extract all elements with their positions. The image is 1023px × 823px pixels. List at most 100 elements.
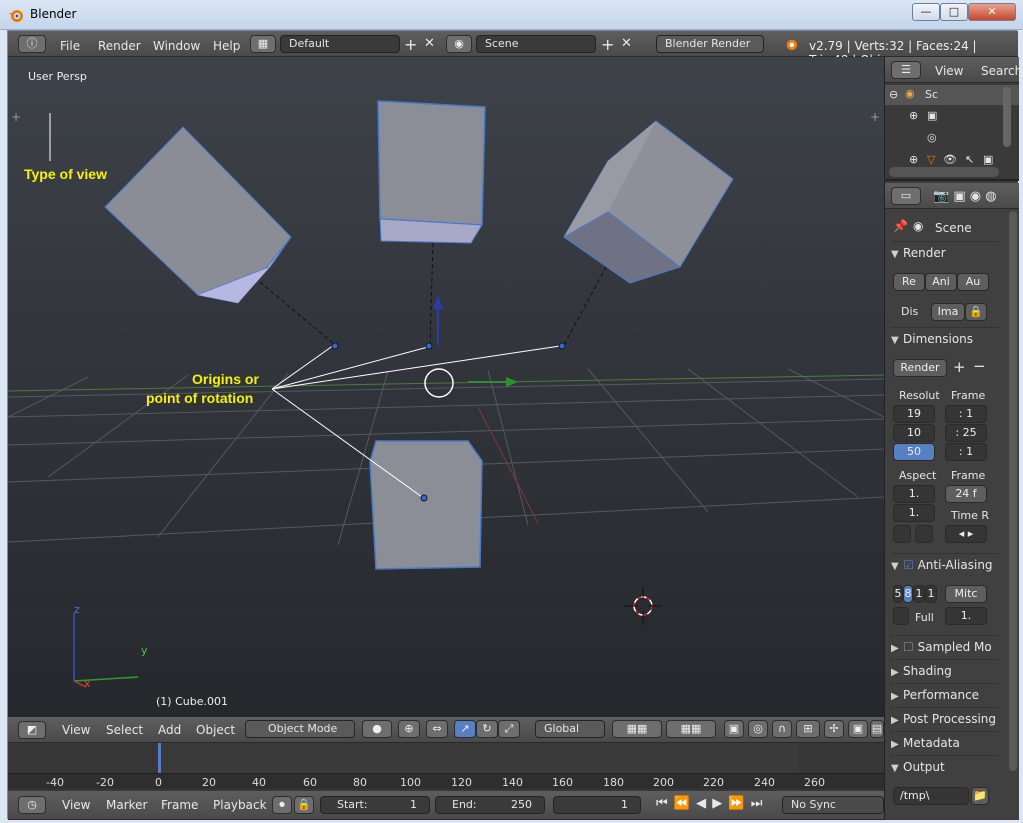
aa-samples-8[interactable]: 8 [903,585,913,603]
close-window-button[interactable]: ✕ [968,3,1016,21]
output-path-field[interactable]: /tmp\ [893,787,969,805]
cube-top-center[interactable] [377,100,486,244]
manipulator-z-arrow-head[interactable] [433,295,443,309]
translate-manipulator-icon[interactable]: ↗ [454,720,476,738]
remove-preset-icon[interactable]: − [973,357,986,375]
manipulator-y-arrow-head[interactable] [506,377,518,387]
pivot-point-icon[interactable]: ⊕ [398,720,420,738]
frame-end-field[interactable]: : 25 [945,424,987,442]
menu-help[interactable]: Help [213,39,240,53]
browse-folder-icon[interactable]: 📁 [971,787,989,805]
3d-viewport[interactable]: + + User Persp Type of view Origins or p… [8,57,884,717]
timeline-menu-frame[interactable]: Frame [161,798,198,812]
sync-mode-select[interactable]: No Sync [782,796,884,814]
resolution-x-field[interactable]: 19 [893,405,935,423]
timeline-menu-playback[interactable]: Playback [213,798,267,812]
menu-window[interactable]: Window [153,39,200,53]
section-dimensions[interactable]: ▼ Dimensions [891,327,999,349]
resolution-y-field[interactable]: 10 [893,424,935,442]
render-animation-button[interactable]: Ani [925,273,957,291]
timeline-menu-view[interactable]: View [62,798,90,812]
transform-orientation-select[interactable]: Global [535,720,605,738]
add-scene-icon[interactable]: + [601,35,614,54]
outliner-hscrollbar[interactable] [889,167,999,177]
maximize-button[interactable]: □ [940,3,968,21]
viewbar-menu-object[interactable]: Object [196,723,235,737]
outliner-scrollbar[interactable] [1003,87,1011,147]
lock-time-icon[interactable]: 🔒 [294,796,314,814]
outliner-expand-icon[interactable]: ⊕ [909,109,918,122]
manipulator-toggle-icon[interactable]: ⇔ [426,720,448,738]
outliner-menu-view[interactable]: View [935,64,963,78]
render-audio-button[interactable]: Au [957,273,989,291]
playback-controls-icon[interactable]: ⏮ ⏪ ◀ ▶ ⏩ ⏭ [656,796,763,811]
timeline-menu-marker[interactable]: Marker [106,798,147,812]
viewport-shading-icon[interactable]: ● [362,720,392,738]
opengl-render-icon[interactable]: ▣ [848,720,868,738]
section-anti-aliasing[interactable]: ▼ ☑ Anti-Aliasing [891,553,999,575]
screen-layout-field[interactable]: Default [280,35,400,53]
editor-type-3d-icon[interactable]: ◩ [18,721,46,739]
editor-type-properties-icon[interactable]: ▭ [891,187,921,205]
crop-checkbox[interactable] [915,525,933,543]
scene-3d-cursor-icon[interactable] [624,587,662,625]
cube-top-left[interactable] [104,126,292,304]
interaction-mode-select[interactable]: Object Mode [245,720,355,738]
properties-editor[interactable]: ▭ 📷 ▣ ◉ ◍ 📌 ◉ Scene ▼ Render Re Ani Au Di… [885,183,1019,820]
full-sample-checkbox[interactable] [893,607,909,625]
screen-layout-icon[interactable]: ▦ [250,35,276,53]
record-keying-icon[interactable]: ⏺ [272,796,292,814]
timeline-editor[interactable]: -40 -20 0 20 40 60 80 100 120 140 160 18… [8,743,884,791]
menu-file[interactable]: File [60,39,80,53]
layers-left-icon[interactable]: ▦▦ [612,720,662,738]
properties-scrollbar[interactable] [1009,211,1017,771]
aa-samples-16[interactable]: 1 [925,585,937,603]
viewbar-menu-add[interactable]: Add [158,723,181,737]
select-cursor-icon[interactable]: ↖ [965,153,974,166]
frame-rate-select[interactable]: 24 f [945,485,987,503]
timeline-ruler[interactable]: -40 -20 0 20 40 60 80 100 120 140 160 18… [8,773,884,789]
rotate-manipulator-icon[interactable]: ↻ [476,720,498,738]
context-tabs-icon[interactable]: 📷 ▣ ◉ ◍ [933,189,997,204]
menu-render[interactable]: Render [98,39,141,53]
visibility-eye-icon[interactable]: 👁 [943,153,957,166]
render-preset-select[interactable]: Render [893,359,947,377]
section-output[interactable]: ▼ Output [891,755,999,777]
snap-target-icon[interactable]: ✢ [824,720,844,738]
snap-toggle-icon[interactable]: ∩ [772,720,792,738]
lock-interface-icon[interactable]: 🔒 [965,303,987,321]
aa-samples-5[interactable]: 5 [893,585,903,603]
section-performance[interactable]: ▶ Performance [891,683,999,705]
outliner-expand-icon[interactable]: ⊕ [909,153,918,166]
render-still-button[interactable]: Re [893,273,925,291]
time-remap-field[interactable]: ◂ ▸ [945,525,987,543]
editor-type-timeline-icon[interactable]: ◷ [18,796,46,814]
section-render[interactable]: ▼ Render [891,241,999,263]
section-shading[interactable]: ▶ Shading [891,659,999,681]
cube-bottom[interactable] [369,440,483,570]
lock-layers-icon[interactable]: ▣ [724,720,744,738]
outliner-row-scene[interactable]: ⊖ ◉ Sc [885,85,1019,105]
frame-start-field[interactable]: : 1 [945,405,987,423]
outliner[interactable]: ☰ View Search ⊖ ◉ Sc ⊕ ▣ ◎ ⊕ ▽ 👁 ↖ ▣ [885,57,1022,181]
section-sampled-motion-blur[interactable]: ▶ ☐ Sampled Mo [891,635,999,657]
scene-field[interactable]: Scene [476,35,596,53]
cube-top-right[interactable] [563,120,734,284]
resolution-percent-field[interactable]: 50 [893,443,935,461]
section-post-processing[interactable]: ▶ Post Processing [891,707,999,729]
remove-scene-icon[interactable]: ✕ [621,36,632,51]
render-engine-select[interactable]: Blender Render [656,35,764,53]
aspect-y-field[interactable]: 1. [893,504,935,522]
scale-manipulator-icon[interactable]: ⤢ [498,720,520,738]
section-metadata[interactable]: ▶ Metadata [891,731,999,753]
aa-filter-select[interactable]: Mitc [945,585,987,603]
border-checkbox[interactable] [893,525,911,543]
outliner-menu-search[interactable]: Search [981,64,1022,78]
start-frame-field[interactable]: Start: 1 [320,796,430,814]
proportional-edit-icon[interactable]: ◎ [748,720,768,738]
display-select[interactable]: Ima [931,303,965,321]
current-frame-field[interactable]: 1 [553,796,641,814]
aspect-x-field[interactable]: 1. [893,485,935,503]
layers-right-icon[interactable]: ▦▦ [666,720,716,738]
frame-step-field[interactable]: : 1 [945,443,987,461]
